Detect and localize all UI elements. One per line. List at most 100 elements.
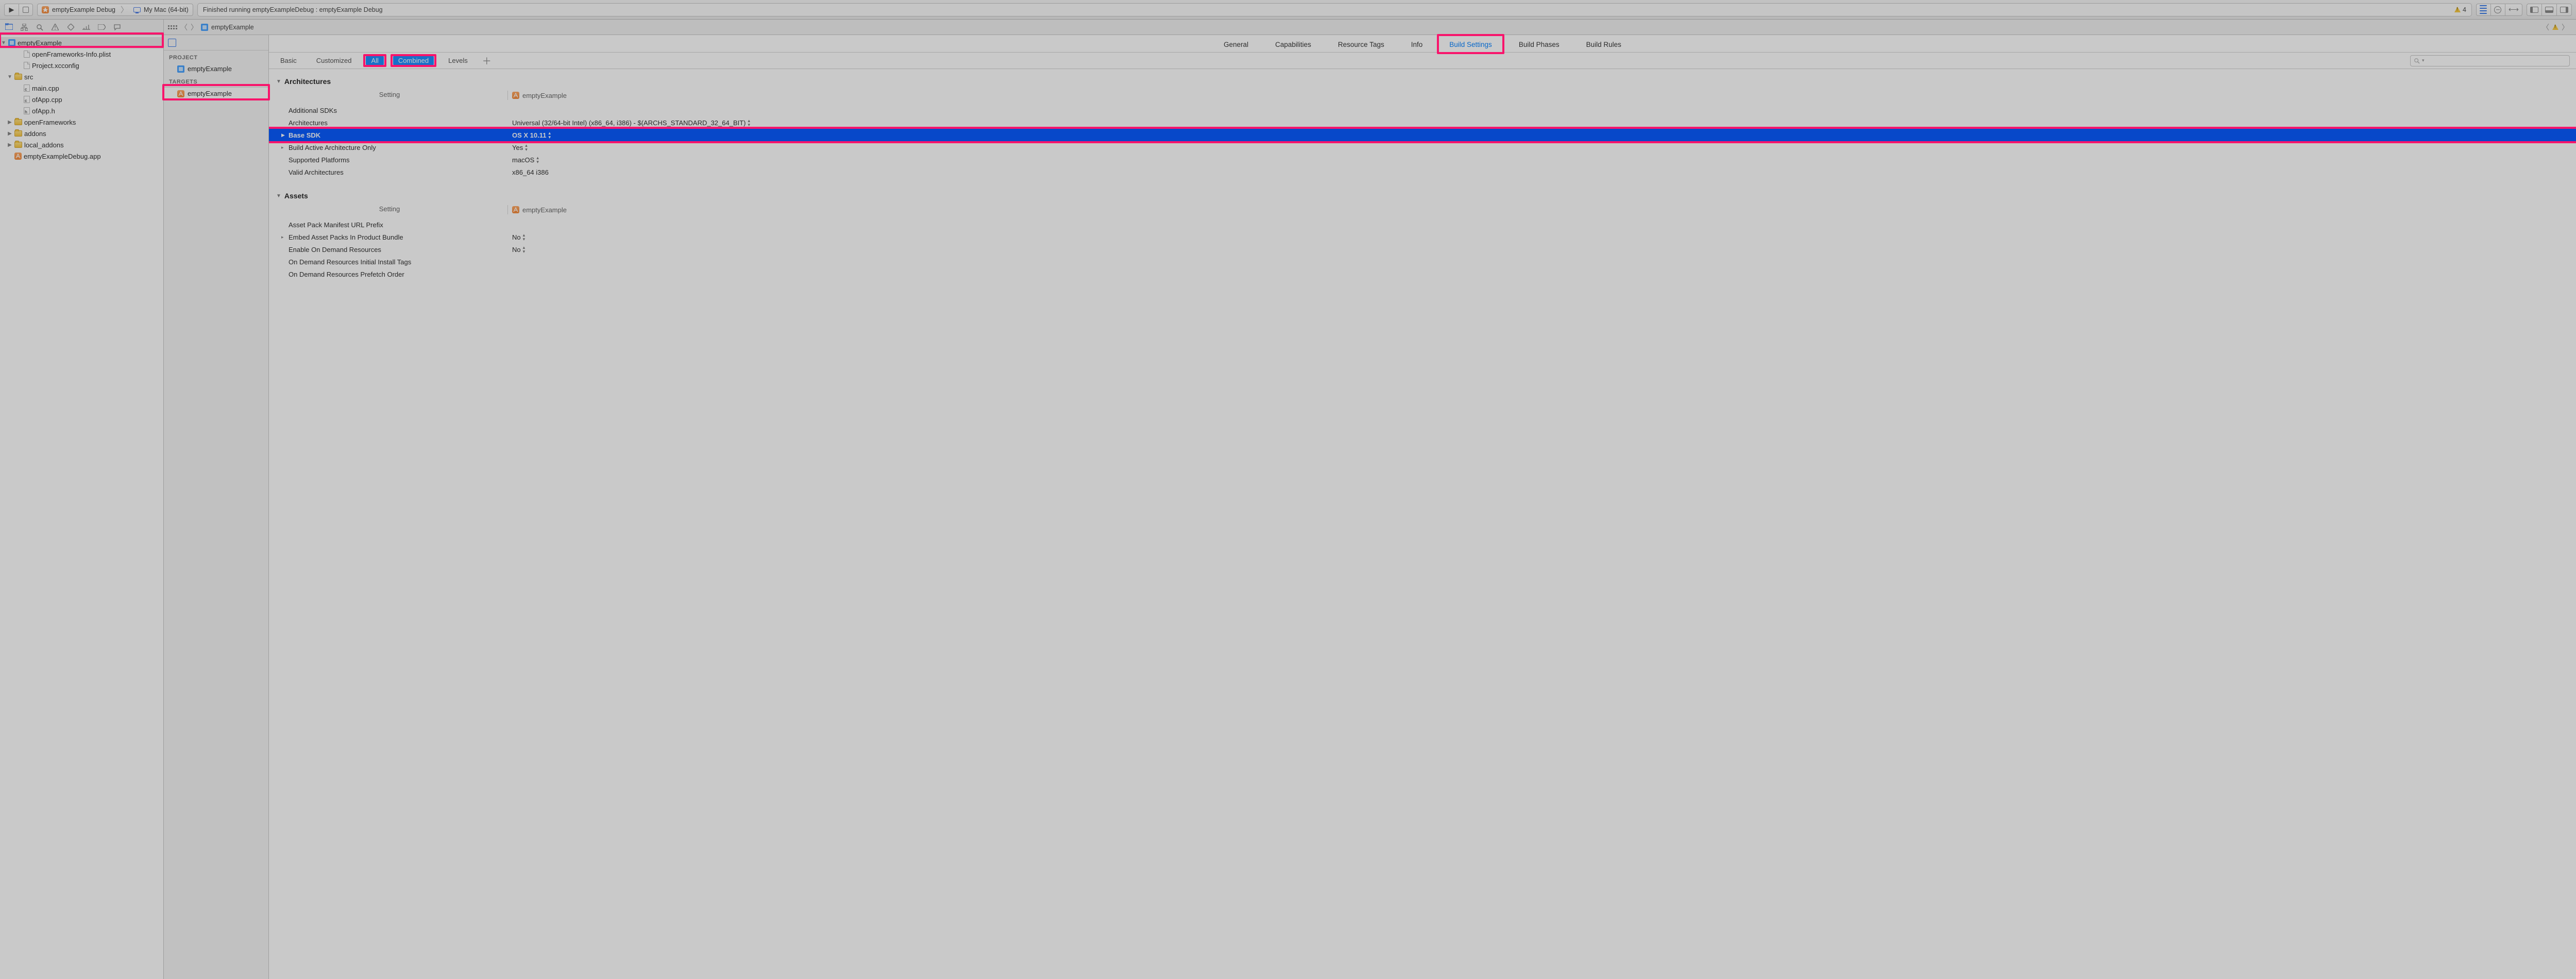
disclosure-triangle-icon: ▼: [276, 79, 281, 85]
tab-resource-tags[interactable]: Resource Tags: [1332, 37, 1391, 52]
setting-architectures[interactable]: Architectures Universal (32/64-bit Intel…: [269, 116, 2576, 129]
tab-capabilities[interactable]: Capabilities: [1269, 37, 1317, 52]
editor-version-button[interactable]: ⟷: [2505, 4, 2522, 16]
setting-additional-sdks[interactable]: Additional SDKs: [269, 104, 2576, 116]
setting-valid-architectures[interactable]: Valid Architectures x86_64 i386: [269, 166, 2576, 178]
outline-toggle-icon[interactable]: [168, 39, 176, 47]
stepper-icon: ▴▾: [536, 156, 539, 164]
disclosure-triangle-icon: ▶: [7, 131, 12, 137]
navigator-bar: 〈 〉 emptyExample 〈 〉: [0, 20, 2576, 35]
filetree-item[interactable]: hofApp.h: [0, 105, 163, 116]
project-icon: [177, 65, 184, 73]
setting-enable-odr[interactable]: Enable On Demand Resources No▴▾: [269, 243, 2576, 256]
stepper-icon: ▴▾: [523, 233, 526, 241]
stepper-icon: ▴▾: [748, 119, 751, 127]
scope-all[interactable]: All: [366, 55, 383, 66]
filetree-item[interactable]: emptyExampleDebug.app: [0, 150, 163, 162]
column-target: emptyExample: [512, 91, 2569, 100]
test-navigator-tab[interactable]: [63, 20, 78, 35]
breadcrumb[interactable]: emptyExample: [201, 24, 254, 31]
tab-build-settings[interactable]: Build Settings: [1443, 37, 1498, 52]
setting-asset-pack-manifest-prefix[interactable]: Asset Pack Manifest URL Prefix: [269, 218, 2576, 231]
folder-icon: [14, 142, 22, 148]
setting-odr-prefetch-order[interactable]: On Demand Resources Prefetch Order: [269, 268, 2576, 280]
section-header-assets[interactable]: ▼ Assets: [269, 188, 2576, 203]
debug-navigator-tab[interactable]: [78, 20, 94, 35]
filetree-item[interactable]: openFrameworks-Info.plist: [0, 48, 163, 60]
tab-build-phases[interactable]: Build Phases: [1513, 37, 1566, 52]
disclosure-triangle-icon: ▶: [281, 132, 286, 138]
scope-customized[interactable]: Customized: [311, 55, 357, 66]
toggle-right-panel-button[interactable]: [2556, 4, 2572, 16]
stop-button[interactable]: [19, 4, 33, 16]
filetree-root[interactable]: ▼ emptyExample: [0, 37, 163, 48]
search-input[interactable]: [2427, 57, 2566, 64]
setting-supported-platforms[interactable]: Supported Platforms macOS▴▾: [269, 154, 2576, 166]
report-navigator-tab[interactable]: [109, 20, 125, 35]
filetree-item[interactable]: cofApp.cpp: [0, 94, 163, 105]
tab-build-rules[interactable]: Build Rules: [1580, 37, 1628, 52]
targets-project-label: emptyExample: [188, 65, 232, 73]
editor-standard-button[interactable]: [2476, 4, 2490, 16]
nav-forward-button[interactable]: 〉: [191, 22, 198, 32]
stepper-icon: ▴▾: [549, 131, 551, 139]
filetree-root-label: emptyExample: [18, 39, 62, 47]
activity-status-bar: Finished running emptyExampleDebug : emp…: [197, 3, 2472, 16]
symbol-navigator-tab[interactable]: [16, 20, 32, 35]
filetree-item-label: src: [24, 73, 33, 81]
warning-count: 4: [2463, 6, 2466, 13]
related-items-button[interactable]: [168, 25, 177, 29]
nav-next-issue-button[interactable]: 〉: [2562, 22, 2569, 32]
issue-navigator-tab[interactable]: [47, 20, 63, 35]
filetree-item[interactable]: ▼src: [0, 71, 163, 82]
warning-icon: [2552, 24, 2558, 30]
editor-assistant-button[interactable]: [2490, 4, 2505, 16]
filetree-item[interactable]: cmain.cpp: [0, 82, 163, 94]
tab-general[interactable]: General: [1217, 37, 1255, 52]
run-button[interactable]: ▶: [4, 4, 19, 16]
targets-target-item[interactable]: emptyExample: [164, 87, 268, 100]
build-settings-search[interactable]: ▾: [2410, 55, 2570, 66]
add-build-setting-button[interactable]: ＋: [482, 54, 492, 67]
filetree-item[interactable]: ▶ openFrameworks: [0, 116, 163, 128]
disclosure-triangle-icon: ▶: [7, 120, 12, 125]
scope-basic[interactable]: Basic: [275, 55, 302, 66]
targets-project-header: PROJECT: [164, 50, 268, 63]
status-warning-badge[interactable]: 4: [2454, 6, 2466, 13]
diamond-icon: [67, 24, 74, 30]
speech-icon: [114, 24, 121, 30]
setting-build-active-arch-only[interactable]: ▸Build Active Architecture Only Yes▴▾: [269, 141, 2576, 154]
section-header-architectures[interactable]: ▼ Architectures: [269, 73, 2576, 89]
scheme-selector[interactable]: emptyExample Debug 〉 My Mac (64-bit): [37, 4, 193, 16]
breakpoint-navigator-tab[interactable]: [94, 20, 109, 35]
find-navigator-tab[interactable]: [32, 20, 47, 35]
app-icon: [512, 206, 519, 213]
tab-info[interactable]: Info: [1405, 37, 1429, 52]
panel-right-icon: [2560, 7, 2568, 13]
filetree-item[interactable]: ▶addons: [0, 128, 163, 139]
setting-embed-asset-packs[interactable]: ▸Embed Asset Packs In Product Bundle No▴…: [269, 231, 2576, 243]
nav-back-button[interactable]: 〈: [180, 22, 188, 32]
filetree-item[interactable]: Project.xcconfig: [0, 60, 163, 71]
project-navigator-tab[interactable]: [1, 20, 16, 35]
filetree-item-label: openFrameworks-Info.plist: [32, 50, 111, 58]
filetree-item-label: openFrameworks: [24, 119, 76, 126]
toggle-bottom-panel-button[interactable]: [2541, 4, 2556, 16]
filetree-item-label: ofApp.h: [32, 107, 55, 115]
section-title: Architectures: [284, 77, 331, 86]
nav-prev-issue-button[interactable]: 〈: [2542, 22, 2549, 32]
play-icon: ▶: [9, 6, 14, 14]
scope-levels[interactable]: Levels: [443, 55, 473, 66]
targets-project-item[interactable]: emptyExample: [164, 63, 268, 75]
scope-combined[interactable]: Combined: [393, 55, 434, 66]
targets-pane: PROJECT emptyExample TARGETS emptyExampl…: [164, 35, 269, 979]
disclosure-triangle-icon: ▸: [281, 234, 286, 240]
toggle-left-panel-button[interactable]: [2527, 4, 2541, 16]
filetree-item[interactable]: ▶local_addons: [0, 139, 163, 150]
lines-icon: [2480, 5, 2487, 14]
setting-base-sdk[interactable]: ▶Base SDK OS X 10.11▴▾: [269, 129, 2576, 141]
build-settings-list: ▼ Architectures Setting emptyExample Add…: [269, 69, 2576, 979]
disclosure-triangle-icon: ▼: [276, 193, 281, 199]
column-target-label: emptyExample: [522, 92, 567, 99]
setting-odr-initial-tags[interactable]: On Demand Resources Initial Install Tags: [269, 256, 2576, 268]
